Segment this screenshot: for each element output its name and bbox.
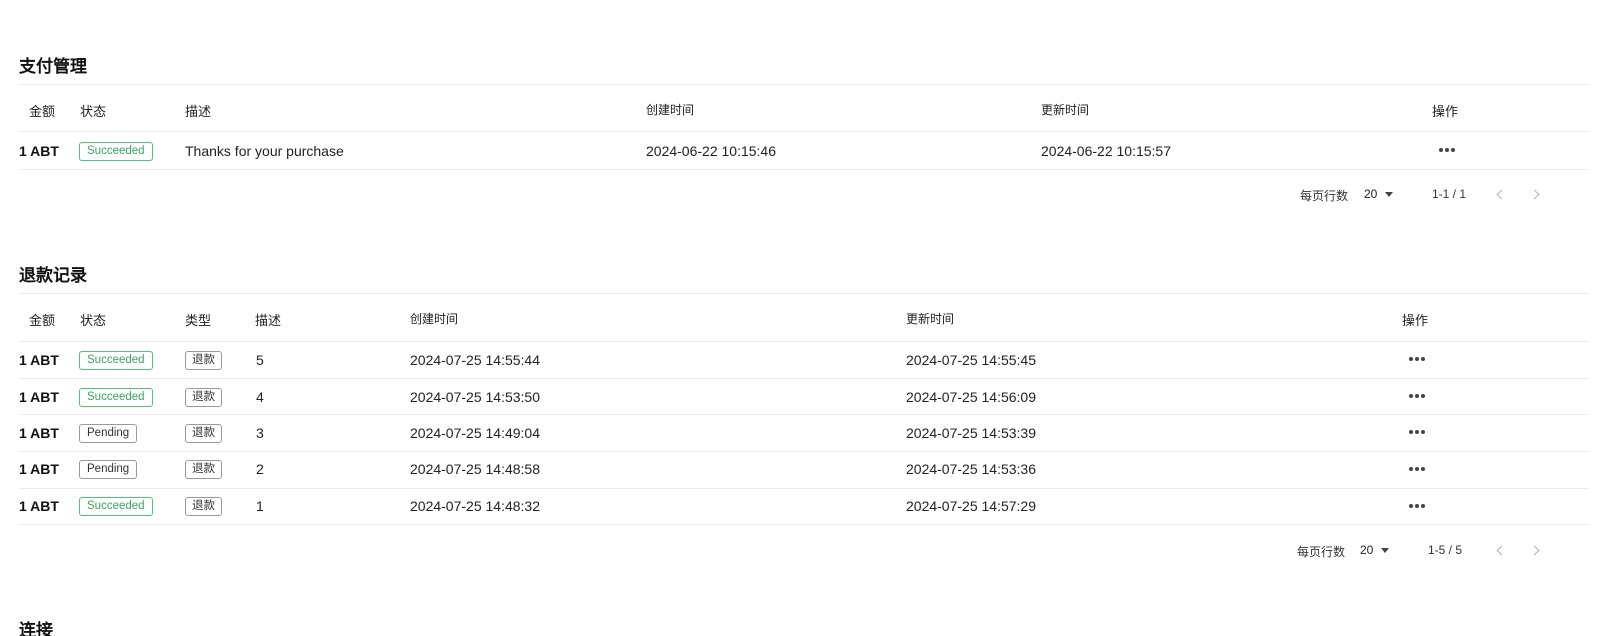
chevron-left-icon — [1496, 189, 1507, 199]
rows-per-page-select[interactable]: 20 — [1364, 185, 1394, 203]
col-header-actions: 操作 — [1432, 104, 1459, 119]
amount-cell: 1 ABT — [19, 498, 59, 514]
description-cell: Thanks for your purchase — [185, 143, 344, 159]
col-header-status[interactable]: 状态 — [80, 310, 106, 329]
prev-page-button[interactable] — [1492, 186, 1508, 202]
col-header-updated[interactable]: 更新时间 — [1041, 101, 1089, 118]
next-page-button[interactable] — [1528, 542, 1544, 558]
type-tag: 退款 — [185, 388, 222, 407]
page-range: 1-5 / 5 — [1428, 543, 1463, 557]
col-header-status[interactable]: 状态 — [80, 101, 106, 120]
created-cell: 2024-07-25 14:55:44 — [410, 352, 540, 368]
more-horizontal-icon[interactable] — [1406, 352, 1428, 366]
updated-cell: 2024-07-25 14:56:09 — [906, 389, 1036, 405]
amount-cell: 1 ABT — [19, 143, 59, 159]
col-header-description[interactable]: 描述 — [185, 101, 211, 120]
updated-cell: 2024-07-25 14:55:45 — [906, 352, 1036, 368]
description-cell: 3 — [256, 425, 264, 441]
amount-cell: 1 ABT — [19, 389, 59, 405]
status-badge: Succeeded — [79, 497, 153, 516]
divider — [19, 293, 1589, 294]
amount-cell: 1 ABT — [19, 461, 59, 477]
amount-cell: 1 ABT — [19, 425, 59, 441]
description-cell: 2 — [256, 461, 264, 477]
divider — [19, 378, 1589, 379]
divider — [19, 414, 1589, 415]
description-cell: 4 — [256, 389, 264, 405]
divider — [19, 84, 1589, 85]
amount-cell: 1 ABT — [19, 352, 59, 368]
status-badge: Pending — [79, 460, 138, 479]
divider — [19, 488, 1589, 489]
rows-per-page-select[interactable]: 20 — [1360, 541, 1390, 559]
rows-per-page-value: 20 — [1360, 543, 1374, 557]
created-cell: 2024-06-22 10:15:46 — [646, 143, 776, 159]
description-cell: 5 — [256, 352, 264, 368]
created-cell: 2024-07-25 14:49:04 — [410, 425, 540, 441]
updated-cell: 2024-07-25 14:57:29 — [906, 498, 1036, 514]
created-cell: 2024-07-25 14:48:32 — [410, 498, 540, 514]
chevron-right-icon — [1529, 189, 1540, 199]
col-header-description[interactable]: 描述 — [255, 310, 281, 329]
created-cell: 2024-07-25 14:53:50 — [410, 389, 540, 405]
divider — [19, 341, 1589, 342]
divider — [19, 131, 1589, 132]
caret-down-icon — [1385, 191, 1394, 197]
rows-per-page-label: 每页行数 — [1297, 545, 1346, 559]
caret-down-icon — [1381, 547, 1390, 553]
more-horizontal-icon[interactable] — [1406, 462, 1428, 476]
created-cell: 2024-07-25 14:48:58 — [410, 461, 540, 477]
divider — [19, 524, 1589, 525]
status-badge: Pending — [79, 424, 138, 443]
page-range: 1-1 / 1 — [1432, 187, 1467, 201]
chevron-right-icon — [1529, 545, 1540, 555]
divider — [19, 169, 1589, 170]
refunds-title: 退款记录 — [19, 266, 87, 285]
type-tag: 退款 — [185, 424, 222, 443]
prev-page-button[interactable] — [1492, 542, 1508, 558]
updated-cell: 2024-07-25 14:53:39 — [906, 425, 1036, 441]
type-tag: 退款 — [185, 460, 222, 479]
col-header-updated[interactable]: 更新时间 — [906, 310, 954, 327]
next-page-button[interactable] — [1528, 186, 1544, 202]
payments-title: 支付管理 — [19, 57, 87, 76]
chevron-left-icon — [1496, 545, 1507, 555]
status-badge: Succeeded — [79, 142, 153, 161]
more-horizontal-icon[interactable] — [1406, 499, 1428, 513]
col-header-created[interactable]: 创建时间 — [646, 101, 694, 118]
col-header-created[interactable]: 创建时间 — [410, 310, 458, 327]
rows-per-page-value: 20 — [1364, 187, 1378, 201]
more-horizontal-icon[interactable] — [1406, 425, 1428, 439]
more-horizontal-icon[interactable] — [1406, 389, 1428, 403]
status-badge: Succeeded — [79, 351, 153, 370]
next-section-title: 连接 — [19, 621, 53, 636]
col-header-amount[interactable]: 金额 — [29, 310, 55, 329]
updated-cell: 2024-06-22 10:15:57 — [1041, 143, 1171, 159]
col-header-actions: 操作 — [1402, 313, 1429, 328]
divider — [19, 451, 1589, 452]
more-horizontal-icon[interactable] — [1436, 143, 1458, 157]
col-header-amount[interactable]: 金额 — [29, 101, 55, 120]
status-badge: Succeeded — [79, 388, 153, 407]
updated-cell: 2024-07-25 14:53:36 — [906, 461, 1036, 477]
rows-per-page-label: 每页行数 — [1300, 189, 1349, 203]
type-tag: 退款 — [185, 351, 222, 370]
col-header-type[interactable]: 类型 — [185, 310, 211, 329]
type-tag: 退款 — [185, 497, 222, 516]
description-cell: 1 — [256, 498, 264, 514]
